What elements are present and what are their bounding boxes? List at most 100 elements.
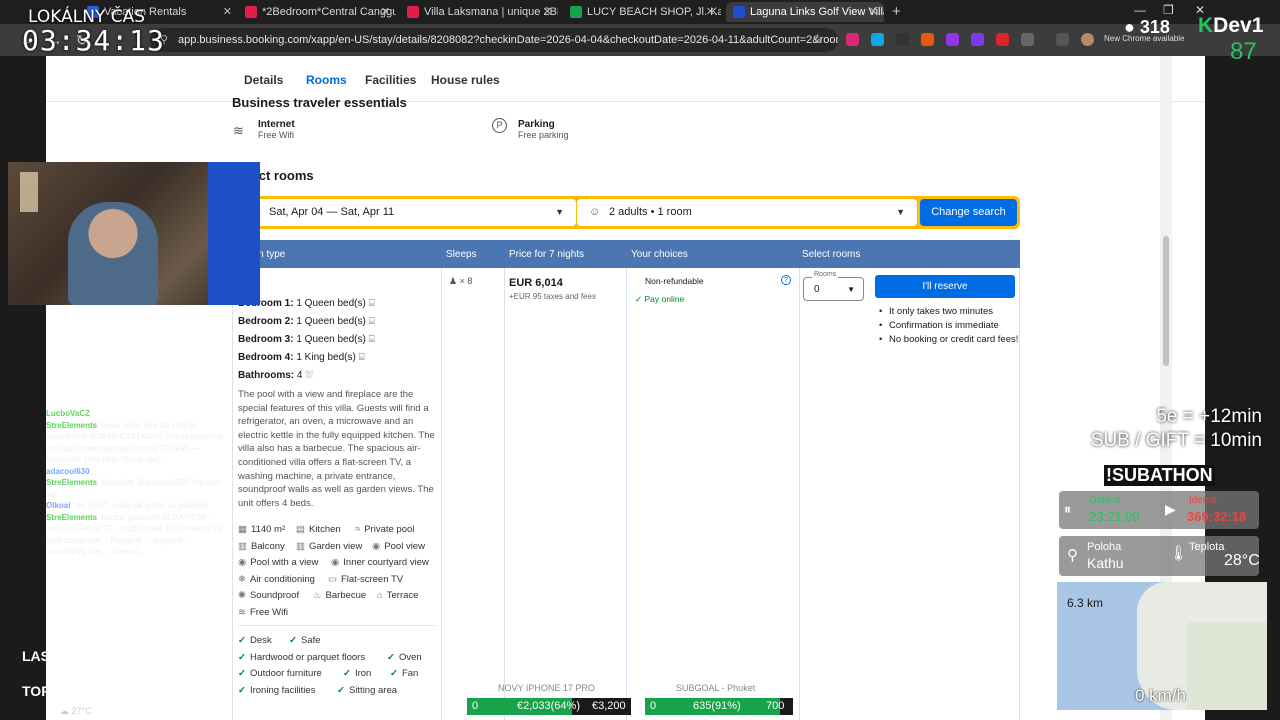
subathon-title: !SUBATHON	[1104, 465, 1215, 486]
kick-logo-icon: K	[1198, 14, 1214, 37]
subnav-facilities[interactable]: Facilities	[365, 73, 416, 87]
goal-label: NOVY IPHONE 17 PRO	[498, 683, 595, 693]
restore-button[interactable]: ❐	[1163, 3, 1174, 17]
amenity: ▥ Balcony	[238, 541, 285, 552]
minimize-button[interactable]: —	[1134, 3, 1146, 17]
wifi-icon: ≋	[233, 123, 244, 138]
amenity: ❄ Air conditioning	[238, 574, 315, 585]
feature-check: ✓ Oven	[387, 652, 422, 663]
webcam-feed	[8, 162, 260, 305]
pause-icon: ⏸	[1064, 501, 1071, 517]
subnav-house-rules[interactable]: House rules	[431, 73, 500, 87]
divider	[504, 268, 505, 720]
subnav-rooms[interactable]: Rooms	[306, 73, 347, 87]
chat-message: adacool630	[46, 466, 90, 476]
follower-counter: 87	[1230, 38, 1257, 65]
extension-icon[interactable]	[846, 33, 859, 46]
amenity: ◉ Pool view	[372, 541, 425, 552]
chevron-down-icon: ▼	[555, 207, 564, 217]
person-icon: ☺	[589, 206, 601, 218]
airbnb-favicon-icon	[407, 6, 419, 18]
check-icon: ✓	[343, 668, 351, 679]
browser-tab[interactable]: LUCY BEACH SHOP, Jl. Kayu Ay✕	[563, 2, 721, 22]
chat-message: Olkoai: Ne vždy?, reálu jak určité sú po…	[46, 501, 209, 510]
check-icon: ✓	[635, 294, 643, 304]
new-tab-button[interactable]: +	[892, 2, 901, 22]
kitchen-icon: ▤	[296, 524, 305, 535]
check-icon: ✓	[238, 685, 246, 696]
parking-icon: P	[492, 118, 507, 133]
airbnb-favicon-icon	[245, 6, 257, 18]
extension-icon[interactable]	[996, 33, 1009, 46]
extension-icon[interactable]	[946, 33, 959, 46]
bed-config: Bedroom 4: 1 King bed(s) ⌸	[238, 352, 365, 363]
check-icon: ✓	[387, 652, 395, 663]
address-bar-row: ← → ↻ ⚲ app.business.booking.com/xapp/en…	[0, 24, 1280, 56]
rooms-table-header: Room type Sleeps Price for 7 nights Your…	[232, 240, 1020, 268]
extension-icon[interactable]	[971, 33, 984, 46]
webcam-background	[20, 172, 38, 212]
extensions-puzzle-icon[interactable]	[1021, 33, 1034, 46]
chat-message: StreElements: Gratulate @adacool630! You…	[46, 478, 221, 499]
amenity: ⌂ Terrace	[377, 590, 419, 601]
profile-avatar[interactable]	[1081, 33, 1094, 46]
chevron-down-icon: ▼	[847, 285, 855, 294]
close-tab-icon[interactable]: ✕	[706, 2, 715, 22]
close-tab-icon[interactable]: ✕	[381, 2, 390, 22]
property-subnav: Details Rooms Facilities House rules	[46, 56, 1205, 102]
header-choices: Your choices	[631, 249, 688, 260]
chat-message: StreElements: Nová séria Tour De USA a p…	[46, 420, 224, 465]
location-name: Kathu	[1087, 555, 1124, 571]
booking-favicon-icon	[733, 6, 745, 18]
close-tab-icon[interactable]: ✕	[223, 2, 232, 22]
feature-check: ✓ Ironing facilities	[238, 685, 316, 696]
reserve-button[interactable]: I'll reserve	[875, 275, 1015, 298]
info-icon[interactable]: ?	[781, 275, 791, 285]
eye-icon: ◉	[238, 557, 247, 568]
media-icon[interactable]	[1056, 33, 1069, 46]
soundproof-icon: ✺	[238, 590, 246, 601]
bath-icon: ⛆	[305, 370, 314, 381]
extension-icon[interactable]	[871, 33, 884, 46]
extension-icon[interactable]	[921, 33, 934, 46]
room-row: Bedroom 1: 1 Queen bed(s) ⌸ Bedroom 2: 1…	[232, 268, 1020, 720]
close-tab-icon[interactable]: ✕	[543, 2, 552, 22]
guest-picker[interactable]: ☺ 2 adults • 1 room ▼	[577, 199, 917, 226]
check-icon: ✓	[238, 668, 246, 679]
timer-widget: ⏸ Ostáva 23:21:09 ▶ Ideme 369:32:18	[1059, 491, 1259, 529]
bookmark-star-icon[interactable]: ☆	[812, 31, 824, 47]
browser-tab[interactable]: Villa Laksmana | unique 2BR in✕	[400, 2, 558, 22]
amenity: ✺ Soundproof	[238, 590, 300, 601]
header-price: Price for 7 nights	[509, 249, 585, 260]
scrollbar-thumb[interactable]	[1163, 236, 1169, 366]
goal-label: SUBGOAL - Phuket	[676, 683, 756, 693]
amenity: ▥ Garden view	[296, 541, 363, 552]
browser-tab[interactable]: *2Bedroom*Central Canggu*1 ✕	[238, 2, 396, 22]
person-icon: ♟	[449, 276, 458, 286]
amenity: ▦ 1140 m²	[238, 524, 286, 535]
room-description: The pool with a view and fireplace are t…	[238, 389, 435, 509]
price-value: EUR 6,014	[509, 277, 563, 289]
extension-icon[interactable]	[896, 33, 909, 46]
divider	[626, 268, 627, 720]
eye-icon: ◉	[331, 557, 340, 568]
url-field[interactable]: ⚲ app.business.booking.com/xapp/en-US/st…	[150, 28, 838, 52]
close-tab-icon[interactable]: ✕	[869, 2, 878, 22]
browser-tab-active[interactable]: Laguna Links Golf View Villa ✕	[726, 2, 884, 22]
check-icon: ✓	[289, 635, 297, 646]
date-picker[interactable]: Sat, Apr 04 — Sat, Apr 11 ▼	[235, 199, 576, 226]
change-search-button[interactable]: Change search	[920, 199, 1017, 226]
webcam-background	[208, 162, 260, 305]
divider	[799, 268, 800, 720]
chat-message: LucboVaCZ	[46, 409, 91, 418]
speed: 0 km/h	[1135, 686, 1187, 705]
taxes-value: +EUR 95 taxes and fees	[509, 292, 596, 301]
subathon-rule: 5e = +12min	[1156, 406, 1262, 427]
rooms-count-select[interactable]: Rooms 0 ▼	[803, 270, 864, 301]
check-icon: ✓	[337, 685, 345, 696]
booking-page: Details Rooms Facilities House rules Bus…	[46, 56, 1205, 720]
internet-facility: Internet Free Wifi	[258, 119, 295, 140]
amenity: ◉ Inner courtyard view	[331, 557, 429, 568]
availability-search: Sat, Apr 04 — Sat, Apr 11 ▼ ☺ 2 adults • …	[232, 196, 1020, 229]
subnav-details[interactable]: Details	[244, 73, 283, 87]
